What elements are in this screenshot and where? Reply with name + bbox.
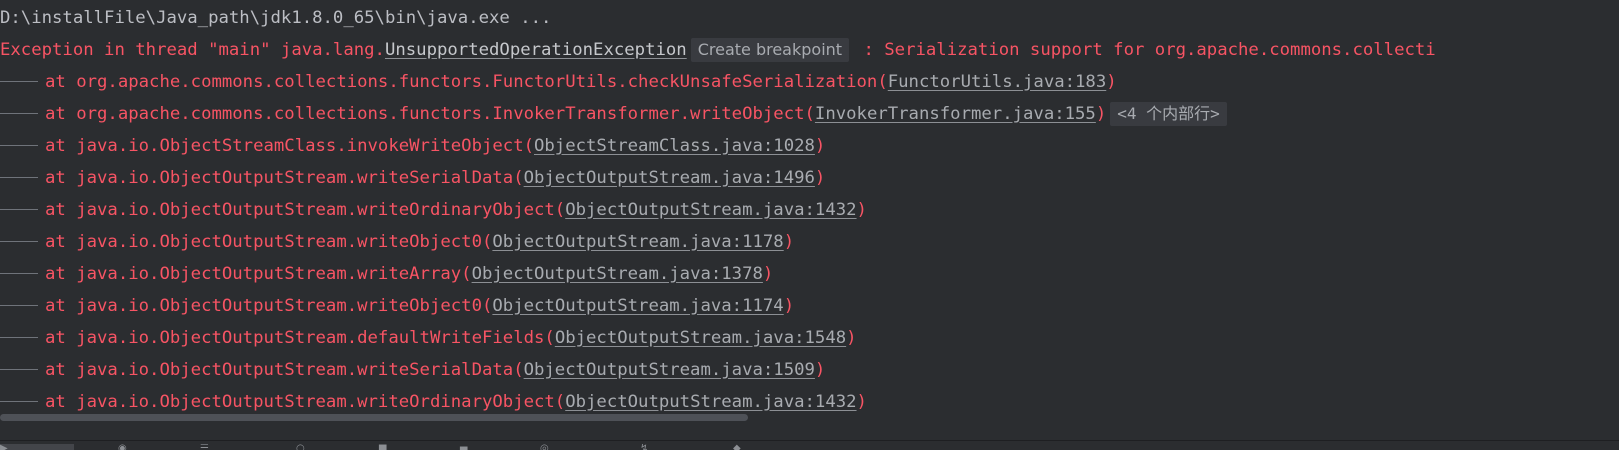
frame-indent-guide: [0, 369, 38, 371]
stack-frame: at java.io.ObjectOutputStream.writeSeria…: [0, 354, 825, 387]
create-breakpoint-button[interactable]: Create breakpoint: [690, 38, 850, 62]
debug-icon[interactable]: ◉: [118, 444, 130, 450]
exception-prefix: Exception in thread "main" java.lang.: [0, 40, 385, 60]
bottom-toolbar: ▶ ◉ ☰ ○ ■ ▬ ◎ ↯ ◆: [0, 440, 1619, 450]
stack-frame: at java.io.ObjectOutputStream.writeObjec…: [0, 226, 794, 259]
frame-indent-guide: [0, 241, 38, 243]
frame-method: at java.io.ObjectOutputStream.writeSeria…: [45, 168, 524, 188]
list-icon[interactable]: ☰: [200, 444, 212, 450]
frame-method: at java.io.ObjectOutputStream.writeOrdin…: [45, 200, 566, 220]
frame-suffix: ): [814, 168, 826, 188]
run-console[interactable]: D:\installFile\Java_path\jdk1.8.0_65\bin…: [0, 0, 1619, 450]
frame-indent-guide: [0, 337, 38, 339]
frame-method: at java.io.ObjectOutputStream.writeSeria…: [45, 360, 524, 380]
scrollbar-thumb[interactable]: [0, 414, 748, 421]
frame-indent-guide: [0, 401, 38, 403]
folded-internal-lines-button[interactable]: <4 个内部行>: [1110, 102, 1227, 126]
frame-suffix: ): [856, 200, 867, 220]
frame-source-link[interactable]: InvokerTransformer.java:155: [815, 104, 1096, 124]
frame-suffix: ): [783, 232, 795, 252]
stack-frame: at java.io.ObjectOutputStream.writeArray…: [0, 258, 773, 291]
frame-source-link[interactable]: ObjectOutputStream.java:1378: [472, 264, 763, 284]
stack-frame: at org.apache.commons.collections.functo…: [0, 98, 1231, 131]
stack-frame: at java.io.ObjectOutputStream.writeSeria…: [0, 162, 825, 195]
run-icon[interactable]: ▶: [0, 444, 74, 450]
frame-indent-guide: [0, 273, 38, 275]
frame-method: at java.io.ObjectOutputStream.defaultWri…: [45, 328, 555, 348]
frame-method: at java.io.ObjectOutputStream.writeOrdin…: [45, 392, 566, 412]
frame-suffix: ): [846, 328, 857, 348]
frame-source-link[interactable]: ObjectOutputStream.java:1509: [524, 360, 815, 380]
stack-frame: at org.apache.commons.collections.functo…: [0, 66, 1117, 99]
frame-suffix: ): [856, 392, 867, 412]
frame-source-link[interactable]: FunctorUtils.java:183: [888, 72, 1107, 92]
command-line: D:\installFile\Java_path\jdk1.8.0_65\bin…: [0, 8, 552, 28]
frame-source-link[interactable]: ObjectOutputStream.java:1432: [565, 200, 856, 220]
frame-suffix: ): [783, 296, 795, 316]
stack-frame: at java.io.ObjectOutputStream.writeObjec…: [0, 290, 794, 323]
frame-suffix: ): [1095, 104, 1107, 124]
frame-method: at java.io.ObjectOutputStream.writeArray…: [45, 264, 472, 284]
frame-indent-guide: [0, 81, 38, 83]
exception-message: : Serialization support for org.apache.c…: [853, 40, 1436, 60]
stack-frame: at java.io.ObjectStreamClass.invokeWrite…: [0, 130, 825, 163]
services-icon[interactable]: ◆: [733, 444, 745, 450]
frame-suffix: ): [814, 360, 826, 380]
frame-indent-guide: [0, 145, 38, 147]
frame-source-link[interactable]: ObjectStreamClass.java:1028: [534, 136, 815, 156]
frame-method: at java.io.ObjectStreamClass.invokeWrite…: [45, 136, 534, 156]
frame-method: at java.io.ObjectOutputStream.writeObjec…: [45, 232, 493, 252]
frame-method: at org.apache.commons.collections.functo…: [45, 72, 888, 92]
frame-method: at java.io.ObjectOutputStream.writeObjec…: [45, 296, 493, 316]
frame-indent-guide: [0, 305, 38, 307]
frame-suffix: ): [1106, 72, 1117, 92]
frame-indent-guide: [0, 209, 38, 211]
exception-line: Exception in thread "main" java.lang.Uns…: [0, 34, 1436, 67]
frame-source-link[interactable]: ObjectOutputStream.java:1178: [492, 232, 783, 252]
problems-icon[interactable]: ◎: [540, 444, 552, 450]
search-icon[interactable]: ○: [296, 444, 308, 450]
frame-method: at org.apache.commons.collections.functo…: [45, 104, 815, 124]
frame-source-link[interactable]: ObjectOutputStream.java:1432: [565, 392, 856, 412]
frame-indent-guide: [0, 177, 38, 179]
horizontal-scrollbar[interactable]: [0, 413, 1619, 422]
frame-suffix: ): [814, 136, 826, 156]
frame-source-link[interactable]: ObjectOutputStream.java:1174: [492, 296, 783, 316]
terminal-icon[interactable]: ■: [378, 444, 390, 450]
frame-source-link[interactable]: ObjectOutputStream.java:1496: [524, 168, 815, 188]
frame-source-link[interactable]: ObjectOutputStream.java:1548: [555, 328, 846, 348]
git-icon[interactable]: ↯: [640, 444, 652, 450]
frame-indent-guide: [0, 113, 38, 115]
build-icon[interactable]: ▬: [459, 444, 471, 450]
exception-class-link[interactable]: UnsupportedOperationException: [385, 40, 687, 60]
stack-frame: at java.io.ObjectOutputStream.writeOrdin…: [0, 194, 867, 227]
frame-suffix: ): [762, 264, 774, 284]
stack-frame: at java.io.ObjectOutputStream.defaultWri…: [0, 322, 857, 355]
